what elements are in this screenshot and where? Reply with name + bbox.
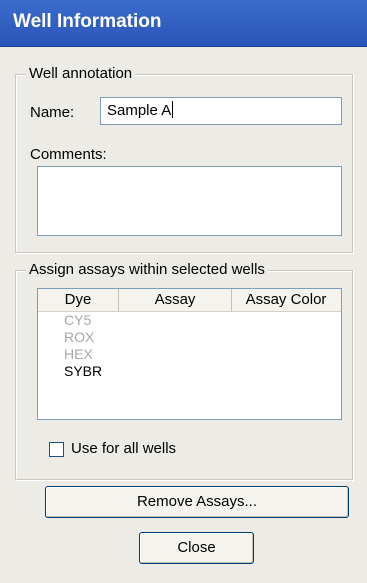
column-header-dye[interactable]: Dye <box>38 289 119 311</box>
dye-cell: SYBR <box>64 363 103 379</box>
assign-assays-group: Assign assays within selected wells Dye … <box>15 261 353 480</box>
comments-field[interactable] <box>37 166 342 236</box>
remove-assays-button[interactable]: Remove Assays... <box>45 486 349 518</box>
list-item[interactable]: HEX <box>38 346 341 363</box>
dye-cell: ROX <box>64 329 95 345</box>
well-annotation-group: Well annotation Name: Sample A Comments: <box>15 65 353 253</box>
assay-list-header: Dye Assay Assay Color <box>38 289 341 312</box>
window-title: Well Information <box>13 11 162 32</box>
close-button-label: Close <box>177 539 216 556</box>
column-header-assay-color[interactable]: Assay Color <box>232 289 340 311</box>
well-annotation-group-label: Well annotation <box>26 65 136 82</box>
assign-assays-group-label: Assign assays within selected wells <box>26 261 268 278</box>
comments-label: Comments: <box>30 146 107 163</box>
close-button[interactable]: Close <box>139 532 254 564</box>
assay-list[interactable]: Dye Assay Assay Color CY5 ROX HEX SYBR <box>37 288 342 420</box>
list-item[interactable]: SYBR <box>38 363 341 380</box>
name-field[interactable]: Sample A <box>100 97 342 125</box>
dialog-body: Well annotation Name: Sample A Comments:… <box>0 47 367 583</box>
dye-cell: HEX <box>64 346 93 362</box>
use-for-all-wells-checkbox[interactable] <box>49 442 64 457</box>
name-label: Name: <box>30 104 75 121</box>
column-header-assay[interactable]: Assay <box>119 289 232 311</box>
dye-cell: CY5 <box>64 312 92 328</box>
title-bar[interactable]: Well Information <box>0 0 367 47</box>
list-item[interactable]: CY5 <box>38 312 341 329</box>
name-field-value: Sample A <box>107 102 172 119</box>
list-item[interactable]: ROX <box>38 329 341 346</box>
use-for-all-wells-label: Use for all wells <box>71 440 177 457</box>
remove-assays-button-label: Remove Assays... <box>136 493 258 510</box>
